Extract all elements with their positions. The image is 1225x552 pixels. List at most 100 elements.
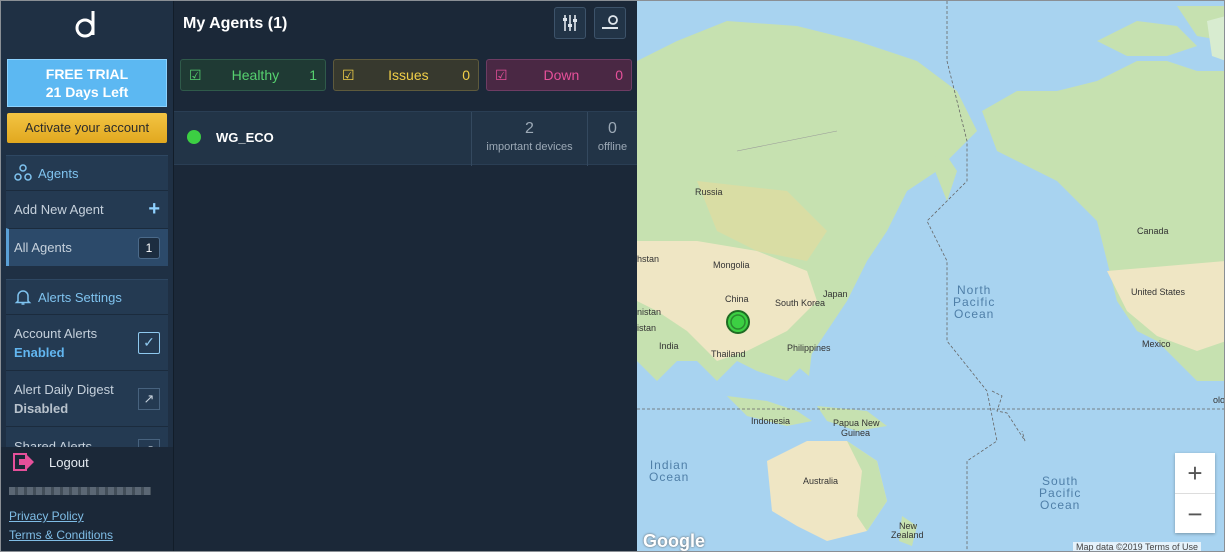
alerts-header-label: Alerts Settings: [38, 289, 122, 305]
healthy-label: Healthy: [231, 67, 280, 83]
map-label-india: India: [659, 341, 679, 351]
account-alerts-state: Enabled: [14, 344, 65, 360]
agents-panel: My Agents (1) ☑ Healthy 1 ☑ Issues 0 ☑ D…: [173, 1, 637, 551]
logo-icon: [75, 11, 95, 38]
issues-check-icon: ☑: [342, 66, 355, 83]
map-label-usa: United States: [1131, 287, 1186, 297]
important-devices-count: 2: [525, 120, 534, 137]
north-pacific-line3: Ocean: [953, 307, 995, 321]
offline-metric: 0 offline: [587, 112, 637, 166]
account-alerts-item[interactable]: Account Alerts Enabled ✓: [6, 314, 168, 370]
all-agents-count-badge: 1: [138, 236, 160, 259]
map-label-papua-2: Guinea: [841, 428, 871, 438]
add-new-agent-button[interactable]: Add New Agent +: [6, 190, 168, 228]
status-healthy[interactable]: ☑ Healthy 1: [180, 59, 326, 91]
activate-account-button[interactable]: Activate your account: [7, 113, 167, 143]
map-label-australia: Australia: [803, 476, 839, 486]
filter-button[interactable]: [554, 7, 586, 39]
external-arrow-icon[interactable]: ↗: [138, 387, 160, 410]
search-button[interactable]: [594, 7, 626, 39]
all-agents-label: All Agents: [14, 240, 72, 255]
map-label-mongolia: Mongolia: [713, 260, 750, 270]
important-devices-metric: 2 important devices: [471, 112, 587, 166]
indian-ocean-label: Indian Ocean: [649, 459, 689, 483]
agent-name: WG_ECO: [216, 130, 274, 145]
healthy-count: 1: [309, 67, 317, 83]
checkbox-icon[interactable]: ✓: [138, 331, 160, 354]
terms-link[interactable]: Terms & Conditions: [9, 528, 113, 542]
map-label-mexico: Mexico: [1142, 339, 1171, 349]
app-window: FREE TRIAL 21 Days Left Activate your ac…: [0, 0, 1225, 552]
map-label-south-korea: South Korea: [775, 298, 826, 308]
agent-status-dot: [187, 130, 201, 144]
indian-ocean-line2: Ocean: [649, 470, 690, 484]
north-pacific-label: North Pacific Ocean: [953, 284, 995, 320]
plus-icon: +: [148, 198, 160, 220]
healthy-check-icon: ☑: [189, 66, 202, 83]
search-icon: [602, 15, 618, 29]
google-logo: Google: [643, 531, 705, 551]
free-trial-banner[interactable]: FREE TRIAL 21 Days Left: [7, 59, 167, 107]
agents-header[interactable]: Agents: [6, 156, 168, 190]
agent-row[interactable]: WG_ECO 2 important devices 0 offline: [174, 111, 637, 166]
trial-line1: FREE TRIAL: [45, 66, 129, 82]
sidebar-footer: Logout Privacy Policy Terms & Conditions: [1, 447, 173, 551]
zoom-out-button[interactable]: −: [1175, 494, 1215, 534]
map-label-philippines: Philippines: [787, 343, 831, 353]
daily-digest-state: Disabled: [14, 400, 69, 416]
south-pacific-line3: Ocean: [1039, 498, 1081, 512]
logout-icon: [13, 453, 34, 471]
logout-label: Logout: [49, 454, 89, 470]
down-count: 0: [615, 67, 623, 83]
trial-line2: 21 Days Left: [45, 84, 129, 100]
sliders-icon: [563, 15, 577, 31]
down-check-icon: ☑: [495, 66, 508, 83]
shared-alerts-title: Shared Alerts: [14, 439, 93, 447]
agent-location-marker[interactable]: [725, 309, 751, 335]
important-devices-label: important devices: [486, 141, 573, 153]
map-label-nz-2: Zealand: [891, 530, 924, 540]
map-label-nistan: nistan: [637, 307, 662, 317]
logout-button[interactable]: Logout: [13, 453, 89, 471]
status-down[interactable]: ☑ Down 0: [486, 59, 632, 91]
shared-alerts-item[interactable]: Shared Alerts ↗: [6, 426, 168, 447]
add-agent-label: Add New Agent: [14, 202, 104, 217]
map-label-papua-1: Papua New: [833, 418, 880, 428]
map-label-indonesia: Indonesia: [751, 416, 791, 426]
issues-count: 0: [462, 67, 470, 83]
map-label-russia: Russia: [695, 187, 723, 197]
sidebar-item-all-agents[interactable]: All Agents 1: [6, 228, 168, 266]
map-label-khstan: hstan: [637, 254, 660, 264]
external-arrow-icon[interactable]: ↗: [138, 439, 160, 447]
map-label-canada: Canada: [1137, 226, 1169, 236]
alerts-section: Alerts Settings Account Alerts Enabled ✓…: [6, 279, 168, 447]
bell-icon: [14, 290, 32, 305]
page-title: My Agents (1): [183, 15, 288, 32]
status-issues[interactable]: ☑ Issues 0: [333, 59, 479, 91]
daily-digest-title: Alert Daily Digest: [14, 381, 114, 397]
issues-label: Issues: [388, 67, 429, 83]
south-pacific-label: South Pacific Ocean: [1039, 475, 1081, 511]
agents-icon: [14, 164, 32, 181]
zoom-controls: + −: [1175, 453, 1215, 533]
map-label-colombia: olo: [1213, 395, 1225, 405]
zoom-in-button[interactable]: +: [1175, 453, 1215, 493]
user-email-redacted: [9, 487, 151, 495]
offline-label: offline: [597, 141, 628, 153]
map-label-japan: Japan: [823, 289, 848, 299]
agents-section: Agents Add New Agent + All Agents 1: [6, 155, 168, 266]
sidebar: FREE TRIAL 21 Days Left Activate your ac…: [1, 1, 173, 551]
map-terrain: [637, 1, 1224, 551]
alerts-header[interactable]: Alerts Settings: [6, 280, 168, 314]
agents-header-label: Agents: [38, 165, 79, 181]
world-map[interactable]: Russia Mongolia China South Korea Japan …: [637, 1, 1225, 551]
account-alerts-title: Account Alerts: [14, 325, 98, 341]
privacy-policy-link[interactable]: Privacy Policy: [9, 509, 84, 523]
offline-count: 0: [608, 120, 617, 137]
alert-daily-digest-item[interactable]: Alert Daily Digest Disabled ↗: [6, 370, 168, 426]
down-label: Down: [543, 67, 580, 83]
map-label-china: China: [725, 294, 749, 304]
map-label-thailand: Thailand: [711, 349, 746, 359]
map-attribution[interactable]: Map data ©2019 Terms of Use: [1073, 542, 1202, 551]
map-label-istan: istan: [637, 323, 657, 333]
